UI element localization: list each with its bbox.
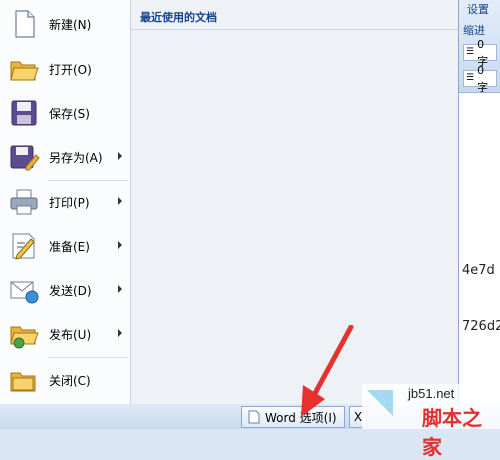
open-folder-icon	[10, 61, 39, 81]
publish-icon	[10, 326, 39, 349]
ribbon-paragraph-group: 设置 缩进 ☰ 0 字 ☰ 0 字	[459, 0, 500, 94]
watermark-text: 脚本之家	[422, 406, 482, 459]
menu-item-open[interactable]: 打开(O)	[2, 48, 129, 90]
options-document-icon	[248, 410, 260, 424]
menu-item-new[interactable]: 新建(N)	[2, 3, 129, 45]
menu-item-label: 准备(E)	[49, 239, 90, 254]
indent-left-icon: ☰	[466, 47, 475, 57]
menu-item-prepare[interactable]: 准备(E)	[2, 225, 129, 267]
menu-item-label: 打印(P)	[49, 195, 90, 210]
indent-right-value: 0 字	[477, 63, 489, 94]
menu-item-label: 打开(O)	[49, 62, 92, 77]
exit-word-label: X	[353, 410, 363, 424]
submenu-arrow-icon	[118, 197, 122, 205]
submenu-arrow-icon	[118, 152, 122, 160]
menu-item-print[interactable]: 打印(P)	[2, 181, 129, 223]
indent-left-field[interactable]: ☰ 0 字	[463, 38, 497, 68]
watermark-logo-icon	[367, 390, 393, 416]
submenu-arrow-icon	[118, 329, 122, 337]
document-text-fragment: 726d2	[462, 319, 500, 334]
menu-item-save[interactable]: 保存(S)	[2, 92, 129, 134]
printer-icon	[10, 189, 38, 215]
menu-item-label: 保存(S)	[49, 106, 90, 121]
menu-item-save-as[interactable]: 另存为(A)	[2, 136, 129, 178]
send-icon	[10, 281, 39, 304]
menu-item-close[interactable]: 关闭(C)	[2, 359, 129, 401]
red-pointer-arrow-icon	[301, 325, 354, 417]
document-text-fragment: 4e7d	[462, 263, 495, 278]
menu-item-label: 发布(U)	[49, 327, 92, 342]
watermark-url: jb51.net	[408, 386, 455, 401]
indent-right-icon: ☰	[466, 73, 475, 83]
menu-item-label: 另存为(A)	[49, 150, 103, 165]
menu-item-publish[interactable]: 发布(U)	[2, 313, 129, 355]
recent-documents-title: 最近使用的文档	[131, 0, 458, 30]
indent-right-field[interactable]: ☰ 0 字	[463, 64, 497, 94]
menu-item-label: 新建(N)	[49, 17, 92, 32]
submenu-arrow-icon	[118, 241, 122, 249]
close-folder-icon	[10, 372, 36, 392]
ribbon-text-1: 设置	[467, 3, 489, 16]
menu-item-send[interactable]: 发送(D)	[2, 269, 129, 311]
save-as-icon	[10, 145, 40, 171]
menu-item-label: 发送(D)	[49, 283, 92, 298]
menu-command-list: 新建(N) 打开(O) 保存(S) 另存为(A) 打印(P) 准备(E) 发送(…	[0, 0, 131, 404]
office-button-menu: 新建(N) 打开(O) 保存(S) 另存为(A) 打印(P) 准备(E) 发送(…	[0, 0, 459, 404]
save-disk-icon	[11, 100, 37, 126]
new-document-icon	[15, 10, 35, 38]
menu-item-label: 关闭(C)	[49, 373, 91, 388]
prepare-icon	[12, 233, 35, 260]
submenu-arrow-icon	[118, 285, 122, 293]
menu-separator	[48, 357, 128, 358]
